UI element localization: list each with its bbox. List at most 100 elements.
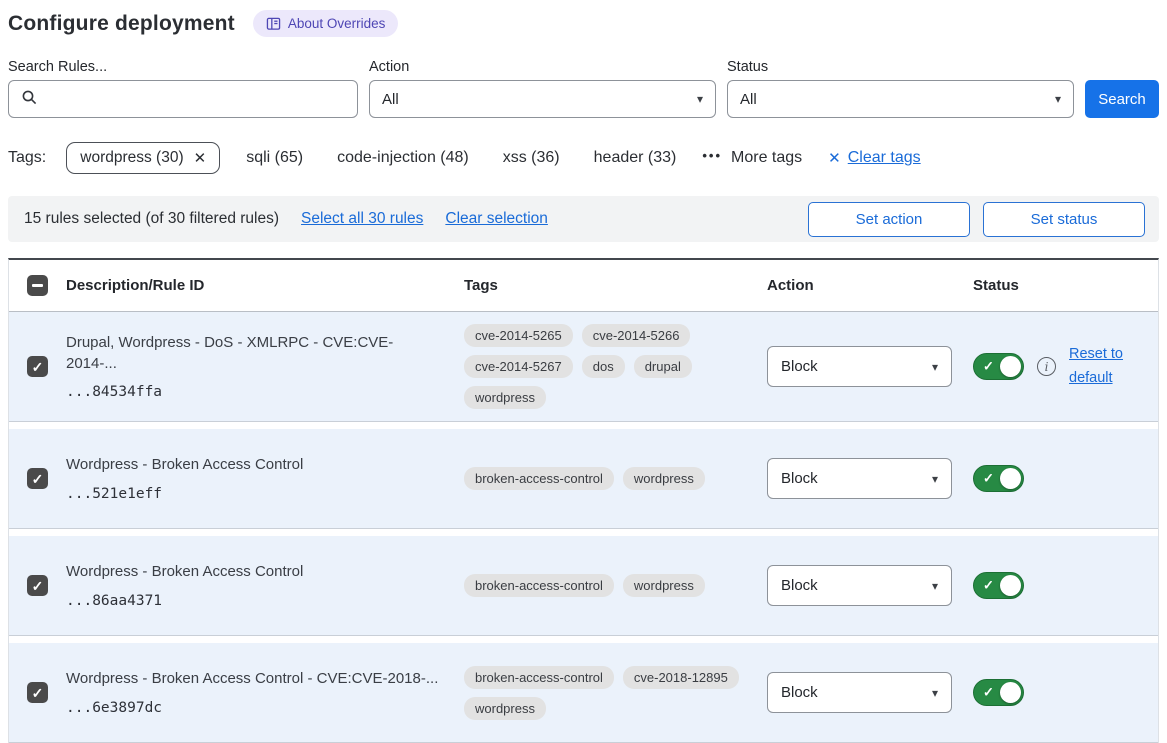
rule-id: ...86aa4371 xyxy=(66,593,444,609)
tags-bar: Tags: wordpress (30) ✕ sqli (65) code-inj… xyxy=(8,142,1159,174)
check-icon: ✓ xyxy=(32,360,44,374)
rule-tag: broken-access-control xyxy=(464,467,614,490)
toggle-knob xyxy=(1000,468,1021,489)
action-select-value: Block xyxy=(781,577,818,594)
rule-tag: wordpress xyxy=(464,697,546,720)
search-rules-label: Search Rules... xyxy=(8,59,358,75)
row-checkbox[interactable]: ✓ xyxy=(27,575,48,596)
rule-tag: wordpress xyxy=(623,467,705,490)
chevron-down-icon: ▾ xyxy=(932,686,938,700)
status-filter-value: All xyxy=(740,91,757,108)
row-checkbox[interactable]: ✓ xyxy=(27,682,48,703)
rule-tag: cve-2014-5266 xyxy=(582,324,691,347)
selected-tag-pill[interactable]: wordpress (30) ✕ xyxy=(66,142,220,174)
column-header-tags: Tags xyxy=(456,277,756,294)
table-row: ✓ Wordpress - Broken Access Control ...5… xyxy=(9,429,1158,529)
book-icon xyxy=(266,17,281,31)
page-header: Configure deployment About Overrides xyxy=(8,10,1159,37)
rule-tag: wordpress xyxy=(623,574,705,597)
chevron-down-icon: ▾ xyxy=(932,579,938,593)
search-rules-input[interactable] xyxy=(46,90,345,109)
ellipsis-icon: ••• xyxy=(702,148,722,163)
rule-tags: broken-access-control wordpress xyxy=(464,467,746,490)
rule-tags: broken-access-control wordpress xyxy=(464,574,746,597)
rule-tag: cve-2018-12895 xyxy=(623,666,739,689)
more-tags-label: More tags xyxy=(731,149,802,167)
rule-tag: cve-2014-5267 xyxy=(464,355,573,378)
tag-filter[interactable]: header (33) xyxy=(594,149,677,167)
status-filter-select[interactable]: All ▾ xyxy=(727,80,1074,118)
column-header-action: Action xyxy=(756,277,961,294)
rule-description: Wordpress - Broken Access Control xyxy=(66,455,444,475)
info-icon[interactable]: i xyxy=(1037,357,1056,376)
tag-filter[interactable]: xss (36) xyxy=(503,149,560,167)
check-icon: ✓ xyxy=(983,358,994,374)
rule-tag: cve-2014-5265 xyxy=(464,324,573,347)
row-checkbox[interactable]: ✓ xyxy=(27,468,48,489)
table-row: ✓ Wordpress - Broken Access Control - CV… xyxy=(9,643,1158,743)
set-action-button[interactable]: Set action xyxy=(808,202,970,237)
action-select-value: Block xyxy=(781,684,818,701)
clear-tags-label: Clear tags xyxy=(848,149,921,167)
rule-description: Wordpress - Broken Access Control - CVE:… xyxy=(66,669,444,689)
action-select[interactable]: Block ▾ xyxy=(767,565,952,606)
clear-tags-link[interactable]: ✕ Clear tags xyxy=(828,149,921,167)
action-filter-label: Action xyxy=(369,59,716,75)
about-overrides-badge[interactable]: About Overrides xyxy=(253,10,399,37)
chevron-down-icon: ▾ xyxy=(932,360,938,374)
remove-tag-icon[interactable]: ✕ xyxy=(194,149,207,167)
filter-bar: Search Rules... Action All ▾ Status All … xyxy=(8,59,1159,118)
table-row: ✓ Wordpress - Broken Access Control ...8… xyxy=(9,536,1158,636)
toggle-knob xyxy=(1000,682,1021,703)
rule-tag: drupal xyxy=(634,355,692,378)
more-tags-button[interactable]: ••• More tags xyxy=(702,149,802,167)
rule-description: Drupal, Wordpress - DoS - XMLRPC - CVE:C… xyxy=(66,333,444,374)
rule-tags: broken-access-control cve-2018-12895 wordp… xyxy=(464,666,746,720)
rule-id: ...6e3897dc xyxy=(66,700,444,716)
check-icon: ✓ xyxy=(983,684,994,700)
action-select[interactable]: Block ▾ xyxy=(767,346,952,387)
search-icon xyxy=(21,89,38,110)
table-row: ✓ Drupal, Wordpress - DoS - XMLRPC - CVE… xyxy=(9,312,1158,422)
tags-label: Tags: xyxy=(8,149,46,167)
check-icon: ✓ xyxy=(32,686,44,700)
rule-id: ...84534ffa xyxy=(66,384,444,400)
status-toggle[interactable]: ✓ xyxy=(973,353,1024,380)
rule-tag: broken-access-control xyxy=(464,574,614,597)
status-filter-label: Status xyxy=(727,59,1074,75)
chevron-down-icon: ▾ xyxy=(932,472,938,486)
status-toggle[interactable]: ✓ xyxy=(973,465,1024,492)
clear-selection-link[interactable]: Clear selection xyxy=(445,210,548,228)
action-select[interactable]: Block ▾ xyxy=(767,458,952,499)
selection-bar: 15 rules selected (of 30 filtered rules)… xyxy=(8,196,1159,242)
tag-filter[interactable]: code-injection (48) xyxy=(337,149,469,167)
available-tags: sqli (65) code-injection (48) xss (36) head… xyxy=(246,149,676,167)
action-filter-value: All xyxy=(382,91,399,108)
table-header-row: Description/Rule ID Tags Action Status xyxy=(9,260,1158,312)
action-filter-select[interactable]: All ▾ xyxy=(369,80,716,118)
chevron-down-icon: ▾ xyxy=(697,92,703,106)
selection-summary: 15 rules selected (of 30 filtered rules) xyxy=(24,210,279,228)
row-checkbox[interactable]: ✓ xyxy=(27,356,48,377)
rule-tag: wordpress xyxy=(464,386,546,409)
rule-tag: broken-access-control xyxy=(464,666,614,689)
status-toggle[interactable]: ✓ xyxy=(973,679,1024,706)
check-icon: ✓ xyxy=(32,472,44,486)
select-all-checkbox[interactable] xyxy=(27,275,48,296)
page-title: Configure deployment xyxy=(8,12,235,36)
check-icon: ✓ xyxy=(32,579,44,593)
search-input-box xyxy=(8,80,358,118)
toggle-knob xyxy=(1000,356,1021,377)
tag-filter[interactable]: sqli (65) xyxy=(246,149,303,167)
set-status-button[interactable]: Set status xyxy=(983,202,1145,237)
table-body: ✓ Drupal, Wordpress - DoS - XMLRPC - CVE… xyxy=(9,312,1158,743)
status-toggle[interactable]: ✓ xyxy=(973,572,1024,599)
about-overrides-label: About Overrides xyxy=(288,16,386,31)
select-all-link[interactable]: Select all 30 rules xyxy=(301,210,423,228)
search-button[interactable]: Search xyxy=(1085,80,1159,118)
rule-tag: dos xyxy=(582,355,625,378)
reset-to-default-link[interactable]: Reset to default xyxy=(1069,343,1131,391)
rule-tags: cve-2014-5265 cve-2014-5266 cve-2014-5267 d… xyxy=(464,324,746,409)
action-select-value: Block xyxy=(781,470,818,487)
action-select[interactable]: Block ▾ xyxy=(767,672,952,713)
